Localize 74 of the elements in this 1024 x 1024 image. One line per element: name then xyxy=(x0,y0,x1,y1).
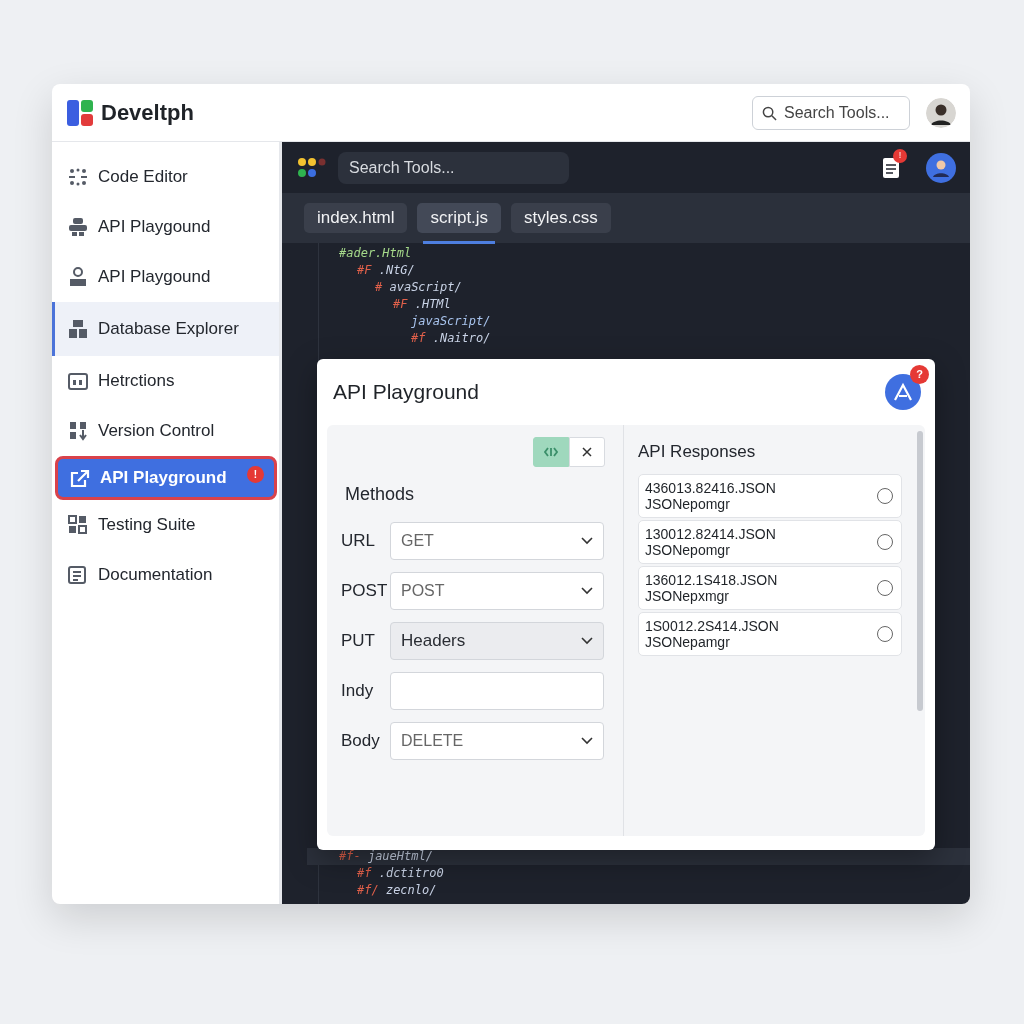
avatar[interactable] xyxy=(926,97,956,128)
search-field[interactable]: Search Tools... xyxy=(752,95,910,130)
notification-badge: ! xyxy=(247,466,264,483)
apps-icon[interactable] xyxy=(298,156,328,179)
response-name: 136012.1S418.JSON xyxy=(645,571,779,588)
input-field[interactable] xyxy=(390,672,604,710)
grid-icon xyxy=(68,515,88,535)
plug-icon xyxy=(68,217,88,237)
code-toggle[interactable] xyxy=(533,437,569,467)
search-icon xyxy=(762,105,777,121)
response-name: 1S0012.2S414.JSON xyxy=(645,617,780,634)
select-field[interactable]: POST xyxy=(390,572,604,610)
select-field[interactable]: DELETE xyxy=(390,722,604,760)
select-field[interactable]: GET xyxy=(390,522,604,560)
file-tab[interactable]: styles.css xyxy=(511,203,611,233)
sidebar-item[interactable]: Testing Suite xyxy=(52,500,279,550)
response-name: 130012.82414.JSON xyxy=(645,525,777,542)
sidebar-item[interactable]: API Playground ! xyxy=(55,456,277,500)
document-icon[interactable] xyxy=(882,156,900,179)
response-item[interactable]: 1S0012.2S414.JSON JSONepamgr xyxy=(638,611,902,656)
response-type: JSONepamgr xyxy=(645,633,731,650)
field-label: POST xyxy=(341,580,389,603)
response-type: JSONepxmgr xyxy=(645,587,731,604)
chevron-down-icon xyxy=(581,587,593,595)
field-label: PUT xyxy=(341,630,376,653)
chevron-down-icon xyxy=(581,737,593,745)
notification-badge: ! xyxy=(893,148,907,163)
search-field[interactable]: Search Tools... xyxy=(338,151,569,184)
code-line: #f .dctitro0 xyxy=(356,865,445,882)
sidebar-item[interactable]: API Playgound xyxy=(52,202,279,252)
response-type: JSONepomgr xyxy=(645,495,731,512)
document-icon xyxy=(68,565,88,585)
code-line: #F .HTMl xyxy=(392,296,452,313)
code-line: # avaScript/ xyxy=(374,279,463,296)
code-line: javaScript/ xyxy=(410,313,492,330)
export-icon xyxy=(70,468,90,488)
dialog-title: API Playground xyxy=(333,379,479,405)
brand-name: Develtph xyxy=(101,99,194,127)
chevron-down-icon xyxy=(581,637,593,645)
sidebar-item[interactable]: Version Control xyxy=(52,406,279,456)
dots-icon xyxy=(68,167,88,187)
scrollbar[interactable] xyxy=(917,431,923,711)
file-tab[interactable]: index.html xyxy=(304,203,408,233)
close-icon xyxy=(582,447,592,457)
field-label: Body xyxy=(341,730,381,753)
field-label: Indy xyxy=(341,680,375,703)
notification-badge: ? xyxy=(910,365,929,384)
field-label: URL xyxy=(341,530,376,553)
file-tab[interactable]: script.js xyxy=(417,203,502,233)
chevron-down-icon xyxy=(581,537,593,545)
branch-icon xyxy=(68,421,88,441)
response-item[interactable]: 136012.1S418.JSON JSONepxmgr xyxy=(638,565,902,610)
logo-icon xyxy=(67,99,93,126)
response-name: 436013.82416.JSON xyxy=(645,479,777,496)
code-line: #F .NtG/ xyxy=(356,262,416,279)
sidebar-item[interactable]: Code Editor xyxy=(52,152,279,202)
avatar[interactable] xyxy=(926,152,956,183)
response-type: JSONepomgr xyxy=(645,541,731,558)
sidebar-item[interactable]: API Playgound xyxy=(52,252,279,302)
sidebar-item[interactable]: Hetrctions xyxy=(52,356,279,406)
response-item[interactable]: 436013.82416.JSON JSONepomgr xyxy=(638,473,902,518)
calendar-icon xyxy=(68,371,88,391)
sidebar-item[interactable]: Documentation xyxy=(52,550,279,600)
response-item[interactable]: 130012.82414.JSON JSONepomgr xyxy=(638,519,902,564)
code-line: #f/ zecnlo/ xyxy=(356,882,438,899)
section-title: Methods xyxy=(345,483,416,506)
code-line: #f .Naitro/ xyxy=(410,330,492,347)
close-button[interactable] xyxy=(569,437,605,467)
code-line: #ader.Html xyxy=(339,245,413,262)
section-title: API Responses xyxy=(638,441,757,463)
blocks-icon xyxy=(68,319,88,339)
person-icon xyxy=(68,267,88,287)
code-icon xyxy=(544,447,558,457)
sidebar-item[interactable]: Database Explorer xyxy=(52,302,279,356)
